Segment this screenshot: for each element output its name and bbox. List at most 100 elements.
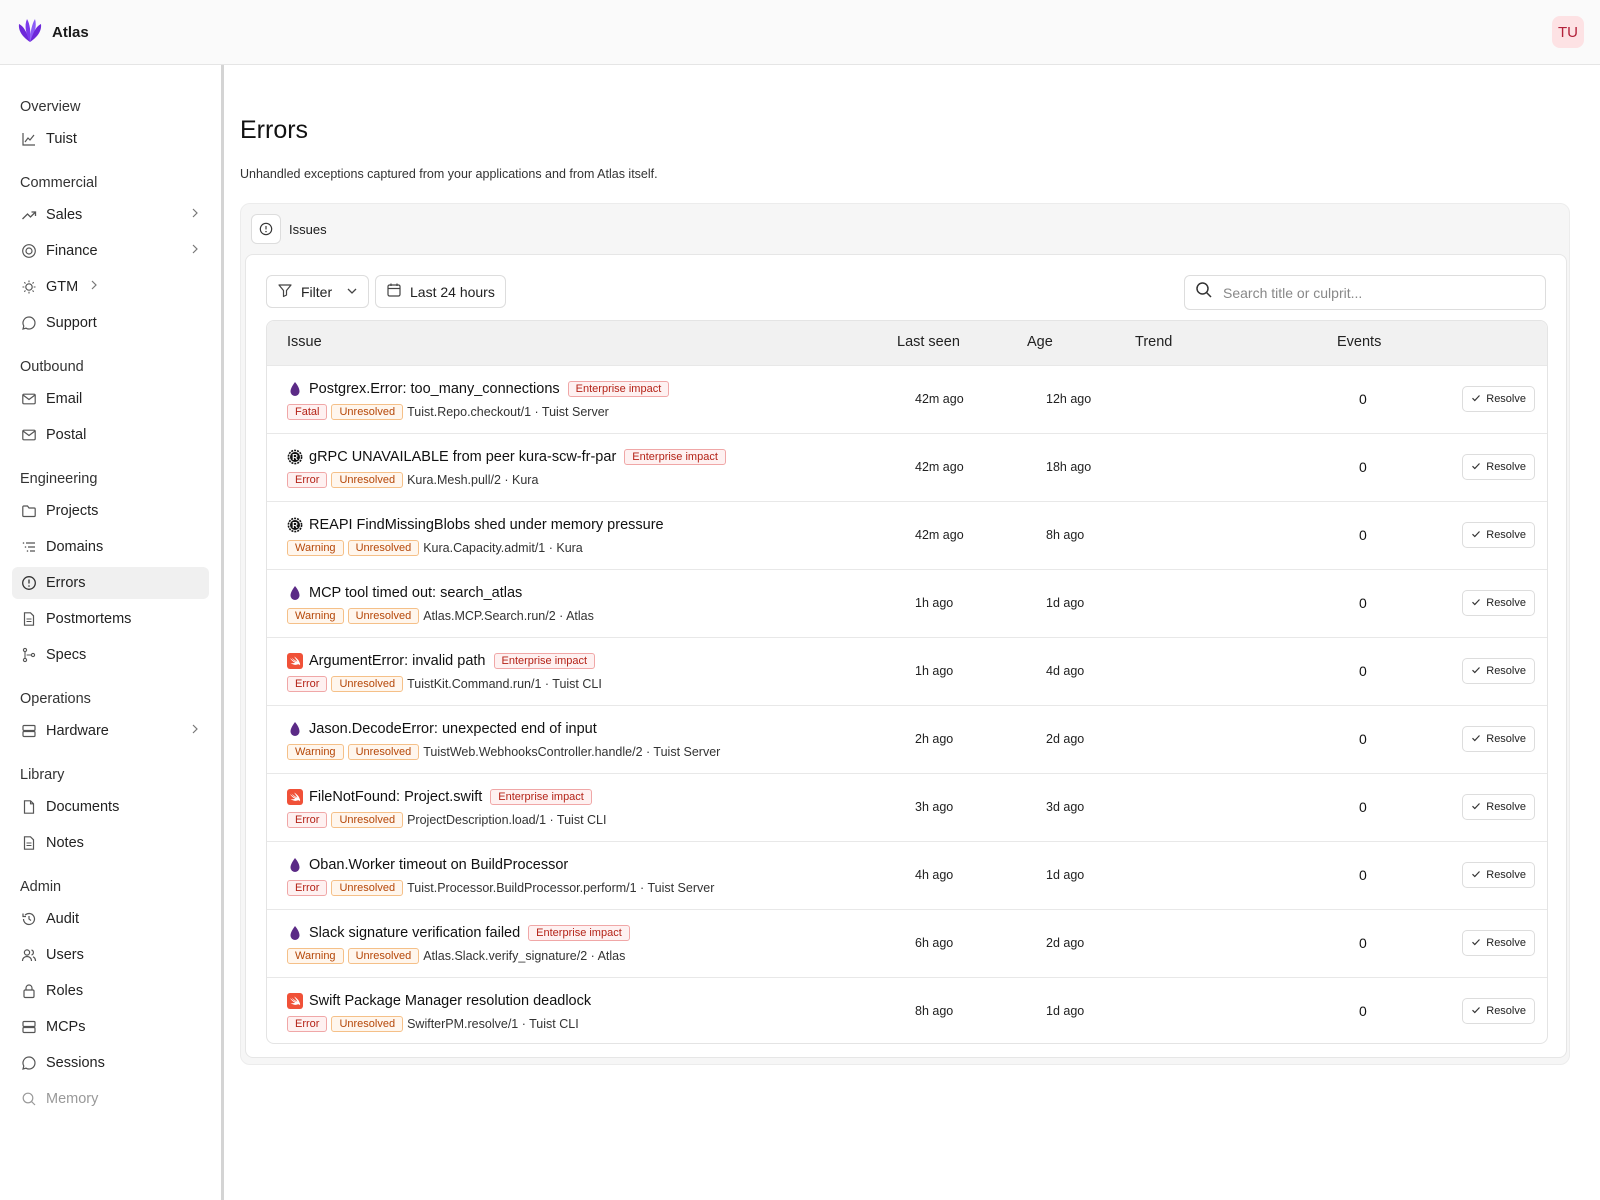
sidebar-item-label: Finance xyxy=(46,243,98,259)
age-cell: 3d ago xyxy=(1046,800,1085,814)
resolve-button[interactable]: Resolve xyxy=(1462,930,1535,956)
toolbar: Filter Last 24 hours xyxy=(266,275,1546,310)
level-badge: Warning xyxy=(287,948,344,964)
last-seen-cell: 42m ago xyxy=(915,460,964,474)
sidebar-item-sales[interactable]: Sales xyxy=(12,199,209,231)
sidebar-item-hardware[interactable]: Hardware xyxy=(12,715,209,747)
issue-title[interactable]: gRPC UNAVAILABLE from peer kura-scw-fr-p… xyxy=(309,449,616,465)
issue-culprit: Tuist.Repo.checkout/1 · Tuist Server xyxy=(407,405,609,419)
resolve-button[interactable]: Resolve xyxy=(1462,726,1535,752)
issue-title[interactable]: FileNotFound: Project.swift xyxy=(309,789,482,805)
resolve-button[interactable]: Resolve xyxy=(1462,454,1535,480)
table-row[interactable]: Postgrex.Error: too_many_connections Ent… xyxy=(267,365,1547,433)
brand[interactable]: Atlas xyxy=(16,16,89,48)
issue-title[interactable]: Postgrex.Error: too_many_connections xyxy=(309,381,560,397)
chat-icon xyxy=(20,314,38,332)
check-icon xyxy=(1471,801,1481,814)
sidebar-item-gtm[interactable]: GTM xyxy=(12,271,209,303)
top-bar: Atlas TU xyxy=(0,0,1600,65)
age-cell: 18h ago xyxy=(1046,460,1092,474)
sidebar-item-email[interactable]: Email xyxy=(12,383,209,415)
filter-button[interactable]: Filter xyxy=(266,275,369,308)
issue-title[interactable]: Swift Package Manager resolution deadloc… xyxy=(309,993,591,1009)
svg-text:R: R xyxy=(292,453,298,462)
sidebar-item-projects[interactable]: Projects xyxy=(12,495,209,527)
nav-heading: Outbound xyxy=(20,359,84,375)
issue-meta: Error Unresolved SwifterPM.resolve/1 · T… xyxy=(287,1015,887,1033)
sidebar-item-postal[interactable]: Postal xyxy=(12,419,209,451)
table-row[interactable]: R gRPC UNAVAILABLE from peer kura-scw-fr… xyxy=(267,433,1547,501)
sidebar-item-label: Postal xyxy=(46,427,87,443)
sidebar-item-memory[interactable]: Memory xyxy=(12,1083,209,1115)
resolve-label: Resolve xyxy=(1486,801,1526,813)
sidebar-item-finance[interactable]: Finance xyxy=(12,235,209,267)
table-row[interactable]: Swift Package Manager resolution deadloc… xyxy=(267,977,1547,1043)
sidebar-item-support[interactable]: Support xyxy=(12,307,209,339)
col-last-seen[interactable]: Last seen xyxy=(897,334,960,350)
issue-title[interactable]: Jason.DecodeError: unexpected end of inp… xyxy=(309,721,597,737)
sidebar-item-sessions[interactable]: Sessions xyxy=(12,1047,209,1079)
resolve-button[interactable]: Resolve xyxy=(1462,386,1535,412)
table-row[interactable]: R REAPI FindMissingBlobs shed under memo… xyxy=(267,501,1547,569)
col-trend[interactable]: Trend xyxy=(1135,334,1172,350)
sidebar-item-users[interactable]: Users xyxy=(12,939,209,971)
table-row[interactable]: FileNotFound: Project.swift Enterprise i… xyxy=(267,773,1547,841)
resolve-button[interactable]: Resolve xyxy=(1462,522,1535,548)
resolve-button[interactable]: Resolve xyxy=(1462,794,1535,820)
alert-circle-icon xyxy=(251,214,281,244)
nav-section: Commercial Sales Finance GTM Support xyxy=(12,169,209,339)
status-badge: Unresolved xyxy=(331,472,404,488)
issue-title[interactable]: Slack signature verification failed xyxy=(309,925,520,941)
mail-icon xyxy=(20,426,38,444)
last-seen-cell: 6h ago xyxy=(915,936,954,950)
date-range-button[interactable]: Last 24 hours xyxy=(375,275,506,308)
sidebar-item-audit[interactable]: Audit xyxy=(12,903,209,935)
issue-title[interactable]: Oban.Worker timeout on BuildProcessor xyxy=(309,857,568,873)
table-row[interactable]: Jason.DecodeError: unexpected end of inp… xyxy=(267,705,1547,773)
table-row[interactable]: MCP tool timed out: search_atlas Warning… xyxy=(267,569,1547,637)
nav-section: Admin Audit Users Roles MCPs Sessions Memory xyxy=(12,873,209,1115)
nav-section: Engineering Projects Domains Errors Postmort… xyxy=(12,465,209,671)
sidebar-item-roles[interactable]: Roles xyxy=(12,975,209,1007)
level-badge: Error xyxy=(287,1016,328,1032)
sidebar-item-specs[interactable]: Specs xyxy=(12,639,209,671)
sidebar-item-postmortems[interactable]: Postmortems xyxy=(12,603,209,635)
lock-icon xyxy=(20,982,38,1000)
filter-label: Filter xyxy=(301,283,333,300)
col-issue[interactable]: Issue xyxy=(287,334,322,350)
sidebar-item-documents[interactable]: Documents xyxy=(12,791,209,823)
search-input[interactable] xyxy=(1223,284,1523,301)
user-avatar[interactable]: TU xyxy=(1552,16,1584,48)
sidebar-item-tuist[interactable]: Tuist xyxy=(12,123,209,155)
resolve-button[interactable]: Resolve xyxy=(1462,590,1535,616)
sidebar-item-domains[interactable]: Domains xyxy=(12,531,209,563)
sidebar-item-mcps[interactable]: MCPs xyxy=(12,1011,209,1043)
check-icon xyxy=(1471,1005,1481,1018)
nav-heading: Library xyxy=(20,767,65,783)
sidebar-item-errors[interactable]: Errors xyxy=(12,567,209,599)
col-events[interactable]: Events xyxy=(1337,334,1381,350)
swift-bird-icon xyxy=(287,789,303,805)
level-badge: Warning xyxy=(287,744,344,760)
resolve-button[interactable]: Resolve xyxy=(1462,998,1535,1024)
resolve-button[interactable]: Resolve xyxy=(1462,862,1535,888)
resolve-button[interactable]: Resolve xyxy=(1462,658,1535,684)
col-age[interactable]: Age xyxy=(1027,334,1053,350)
table-row[interactable]: ArgumentError: invalid path Enterprise i… xyxy=(267,637,1547,705)
sidebar-item-notes[interactable]: Notes xyxy=(12,827,209,859)
issue-title[interactable]: MCP tool timed out: search_atlas xyxy=(309,585,522,601)
table-row[interactable]: Oban.Worker timeout on BuildProcessor Er… xyxy=(267,841,1547,909)
issue-title[interactable]: REAPI FindMissingBlobs shed under memory… xyxy=(309,517,664,533)
last-seen-cell: 2h ago xyxy=(915,732,954,746)
sidebar-item-label: GTM xyxy=(46,279,79,295)
age-cell: 1d ago xyxy=(1046,868,1085,882)
bulb-icon xyxy=(20,278,38,296)
issue-title-line: Oban.Worker timeout on BuildProcessor xyxy=(287,855,887,875)
chart-icon xyxy=(20,130,38,148)
issue-title[interactable]: ArgumentError: invalid path xyxy=(309,653,486,669)
level-badge: Error xyxy=(287,472,328,488)
status-badge: Unresolved xyxy=(331,404,404,420)
table-row[interactable]: Slack signature verification failed Ente… xyxy=(267,909,1547,977)
resolve-label: Resolve xyxy=(1486,393,1526,405)
level-badge: Warning xyxy=(287,608,344,624)
